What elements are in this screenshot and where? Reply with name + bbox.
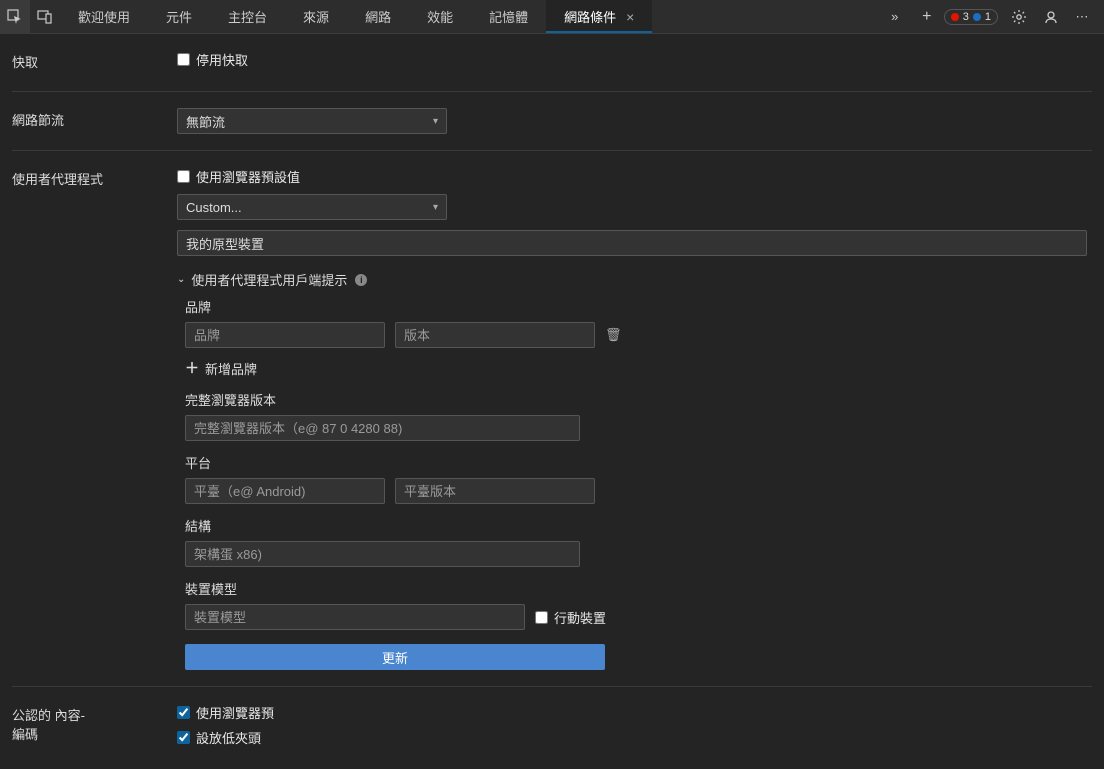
tab-network-conditions[interactable]: 網路條件 × [546,0,652,33]
tab-label: 記憶體 [489,7,528,26]
tab-console[interactable]: 主控台 [210,0,285,33]
tab-memory[interactable]: 記憶體 [471,0,546,33]
use-default-checkbox[interactable]: 使用瀏覽器預設值 [177,167,1092,186]
arch-input[interactable] [185,541,580,567]
info-count: 1 [985,11,991,23]
update-button[interactable]: 更新 [185,644,605,670]
use-browser-default-input[interactable] [177,706,190,719]
chevron-down-icon: ⌄ [177,274,185,285]
tab-network[interactable]: 網路 [347,0,409,33]
tab-label: 網路條件 [564,7,616,26]
use-browser-default-checkbox[interactable]: 使用瀏覽器預 [177,703,1092,722]
checkbox-label: 使用瀏覽器預 [196,703,274,722]
panel-content: 快取 停用快取 網路節流 無節流 ▾ 使用者代理程式 使用瀏覽器預設值 Cus [0,34,1104,769]
cache-section: 快取 停用快取 [12,34,1092,92]
chevron-down-icon: ▾ [433,116,438,127]
error-count: 3 [963,11,969,23]
platform-version-input[interactable] [395,478,595,504]
arch-label: 結構 [185,516,1092,535]
tab-welcome[interactable]: 歡迎使用 [60,0,148,33]
tab-sources[interactable]: 來源 [285,0,347,33]
select-value: Custom... [186,200,242,215]
tab-performance[interactable]: 效能 [409,0,471,33]
disable-cache-checkbox[interactable]: 停用快取 [177,50,1092,69]
encoding-section: 公認的 內容- 編碼 使用瀏覽器預 設放低夾頭 [12,687,1092,769]
throttle-select[interactable]: 無節流 ▾ [177,108,447,134]
tab-label: 主控台 [228,7,267,26]
delete-icon[interactable]: 🗑 [605,327,622,343]
ua-title: 使用者代理程式 [12,167,177,670]
add-brand-label: 新增品牌 [205,359,257,378]
throttle-title: 網路節流 [12,108,177,134]
add-tab-icon[interactable]: + [912,0,942,34]
expander-title: 使用者代理程式用戶端提示 [191,270,347,289]
tab-elements[interactable]: 元件 [148,0,210,33]
device-toggle-icon[interactable] [30,0,60,34]
settings-icon[interactable] [1004,0,1034,34]
platform-input[interactable] [185,478,385,504]
encoding-title: 公認的 內容- 編碼 [12,703,177,753]
brand-input[interactable] [185,322,385,348]
issues-badge[interactable]: 3 1 [944,9,998,25]
disable-cache-input[interactable] [177,53,190,66]
plus-icon: ＋ [185,358,199,378]
select-value: 無節流 [186,112,225,131]
brand-label: 品牌 [185,297,1092,316]
inspect-icon[interactable] [0,0,30,34]
tab-label: 來源 [303,7,329,26]
add-brand-button[interactable]: ＋ 新增品牌 [185,358,1092,378]
close-icon[interactable]: × [626,9,634,25]
model-input[interactable] [185,604,525,630]
mobile-input[interactable] [535,611,548,624]
brand-version-input[interactable] [395,322,595,348]
full-version-input[interactable] [185,415,580,441]
client-hints-body: 品牌 🗑 ＋ 新增品牌 完整瀏覽器版本 平台 結構 [177,297,1092,670]
ua-string-input[interactable] [177,230,1087,256]
client-hints-expander[interactable]: ⌄ 使用者代理程式用戶端提示 i [177,270,1092,289]
ua-preset-select[interactable]: Custom... ▾ [177,194,447,220]
full-version-label: 完整瀏覽器版本 [185,390,1092,409]
feedback-icon[interactable] [1036,0,1066,34]
deflate-input[interactable] [177,731,190,744]
cache-title: 快取 [12,50,177,75]
toolbar: 歡迎使用 元件 主控台 來源 網路 效能 記憶體 網路條件 × » + 3 1 … [0,0,1104,34]
deflate-checkbox[interactable]: 設放低夾頭 [177,728,1092,747]
more-icon[interactable]: ⋯ [1068,0,1098,34]
tab-label: 歡迎使用 [78,7,130,26]
info-icon[interactable]: i [355,274,367,286]
more-tabs-icon[interactable]: » [880,0,910,34]
throttle-section: 網路節流 無節流 ▾ [12,92,1092,151]
chevron-down-icon: ▾ [433,202,438,213]
encoding-title-line2: 編碼 [12,724,177,743]
tab-label: 效能 [427,7,453,26]
tab-strip: 歡迎使用 元件 主控台 來源 網路 效能 記憶體 網路條件 × [60,0,880,33]
tab-label: 元件 [166,7,192,26]
tab-label: 網路 [365,7,391,26]
model-label: 裝置模型 [185,579,1092,598]
error-dot-icon [951,13,959,21]
checkbox-label: 停用快取 [196,50,248,69]
encoding-title-line1: 公認的 內容- [12,705,177,724]
checkbox-label: 行動裝置 [554,608,606,627]
info-dot-icon [973,13,981,21]
user-agent-section: 使用者代理程式 使用瀏覽器預設值 Custom... ▾ ⌄ 使用者代理程式用戶… [12,151,1092,687]
platform-label: 平台 [185,453,1092,472]
mobile-checkbox[interactable]: 行動裝置 [535,608,606,627]
checkbox-label: 設放低夾頭 [196,728,261,747]
use-default-input[interactable] [177,170,190,183]
toolbar-right: » + 3 1 ⋯ [880,0,1104,34]
checkbox-label: 使用瀏覽器預設值 [196,167,300,186]
